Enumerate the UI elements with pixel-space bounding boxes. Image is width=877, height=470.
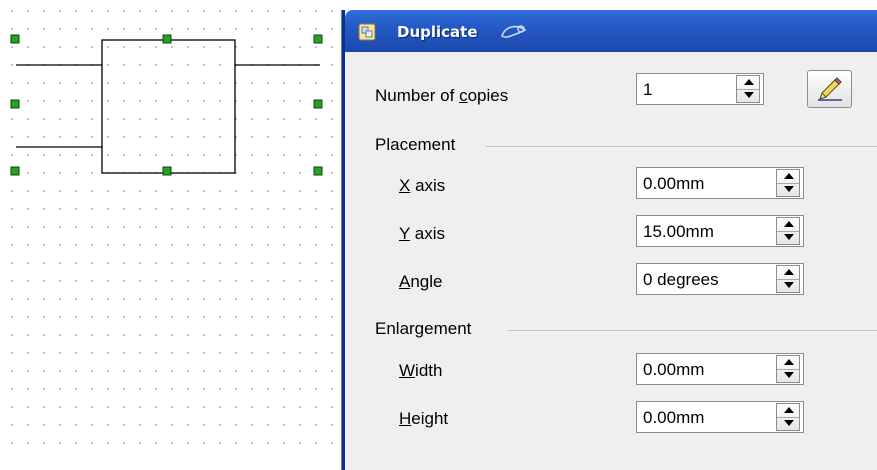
copies-spin-buttons[interactable] xyxy=(736,75,760,103)
y-axis-spinbox[interactable]: 15.00mm xyxy=(636,215,804,247)
pick-values-from-drawing-button[interactable] xyxy=(807,70,852,108)
copies-spinbox[interactable]: 1 xyxy=(636,73,764,105)
enlargement-heading: Enlargement xyxy=(375,319,472,338)
arrow-up-icon xyxy=(784,221,794,227)
arrow-down-icon xyxy=(784,282,794,288)
height-decrement-button[interactable] xyxy=(777,417,799,430)
dialog-titlebar[interactable]: Duplicate xyxy=(345,10,877,52)
copies-increment-button[interactable] xyxy=(737,76,759,90)
copies-decrement-button[interactable] xyxy=(737,89,759,102)
height-increment-button[interactable] xyxy=(777,404,799,418)
y-axis-value[interactable]: 15.00mm xyxy=(643,222,714,242)
dialog-title: Duplicate xyxy=(397,23,478,41)
width-value[interactable]: 0.00mm xyxy=(643,360,704,380)
arrow-down-icon xyxy=(784,186,794,192)
copies-value[interactable]: 1 xyxy=(643,80,652,100)
angle-increment-button[interactable] xyxy=(777,266,799,280)
arrow-down-icon xyxy=(744,92,754,98)
handle-top-center[interactable] xyxy=(162,34,172,44)
x-axis-decrement-button[interactable] xyxy=(777,183,799,196)
width-decrement-button[interactable] xyxy=(777,369,799,382)
width-spin-buttons[interactable] xyxy=(776,355,800,383)
height-value[interactable]: 0.00mm xyxy=(643,408,704,428)
copies-label: Number of copies xyxy=(375,86,509,105)
height-label: Height xyxy=(399,409,449,428)
handle-top-right[interactable] xyxy=(313,34,323,44)
y-axis-spin-buttons[interactable] xyxy=(776,217,800,245)
arrow-down-icon xyxy=(784,420,794,426)
y-axis-increment-button[interactable] xyxy=(777,218,799,232)
handle-middle-right[interactable] xyxy=(313,99,323,109)
x-axis-label: X axis xyxy=(399,176,446,195)
angle-spinbox[interactable]: 0 degrees xyxy=(636,263,804,295)
arrow-down-icon xyxy=(784,372,794,378)
handle-middle-left[interactable] xyxy=(10,99,20,109)
enlargement-separator xyxy=(508,330,877,331)
width-label: Width xyxy=(399,361,443,380)
y-axis-decrement-button[interactable] xyxy=(777,231,799,244)
selected-shape-drawing[interactable] xyxy=(0,0,340,200)
arrow-up-icon xyxy=(784,359,794,365)
arrow-down-icon xyxy=(784,234,794,240)
handle-bottom-right[interactable] xyxy=(313,166,323,176)
arrow-up-icon xyxy=(784,407,794,413)
x-axis-spinbox[interactable]: 0.00mm xyxy=(636,167,804,199)
x-axis-increment-button[interactable] xyxy=(777,170,799,184)
width-spinbox[interactable]: 0.00mm xyxy=(636,353,804,385)
height-spinbox[interactable]: 0.00mm xyxy=(636,401,804,433)
placement-separator xyxy=(486,146,877,147)
rectangle-shape[interactable] xyxy=(101,39,236,174)
angle-label: Angle xyxy=(399,272,443,291)
x-axis-spin-buttons[interactable] xyxy=(776,169,800,197)
arrow-up-icon xyxy=(744,79,754,85)
angle-value[interactable]: 0 degrees xyxy=(643,270,719,290)
arrow-up-icon xyxy=(784,269,794,275)
width-increment-button[interactable] xyxy=(777,356,799,370)
placement-heading: Placement xyxy=(375,135,456,154)
height-spin-buttons[interactable] xyxy=(776,403,800,431)
y-axis-label: Y axis xyxy=(399,224,446,243)
handle-bottom-left[interactable] xyxy=(10,166,20,176)
gnome-foot-icon xyxy=(501,25,527,38)
handle-top-left[interactable] xyxy=(10,34,20,44)
app-icon xyxy=(358,23,376,41)
angle-decrement-button[interactable] xyxy=(777,279,799,292)
x-axis-value[interactable]: 0.00mm xyxy=(643,174,704,194)
angle-spin-buttons[interactable] xyxy=(776,265,800,293)
arrow-up-icon xyxy=(784,173,794,179)
handle-bottom-center[interactable] xyxy=(162,166,172,176)
duplicate-dialog: Duplicate Number of copies 1 Placement X… xyxy=(342,10,877,470)
pencil-pipette-icon xyxy=(818,77,842,101)
